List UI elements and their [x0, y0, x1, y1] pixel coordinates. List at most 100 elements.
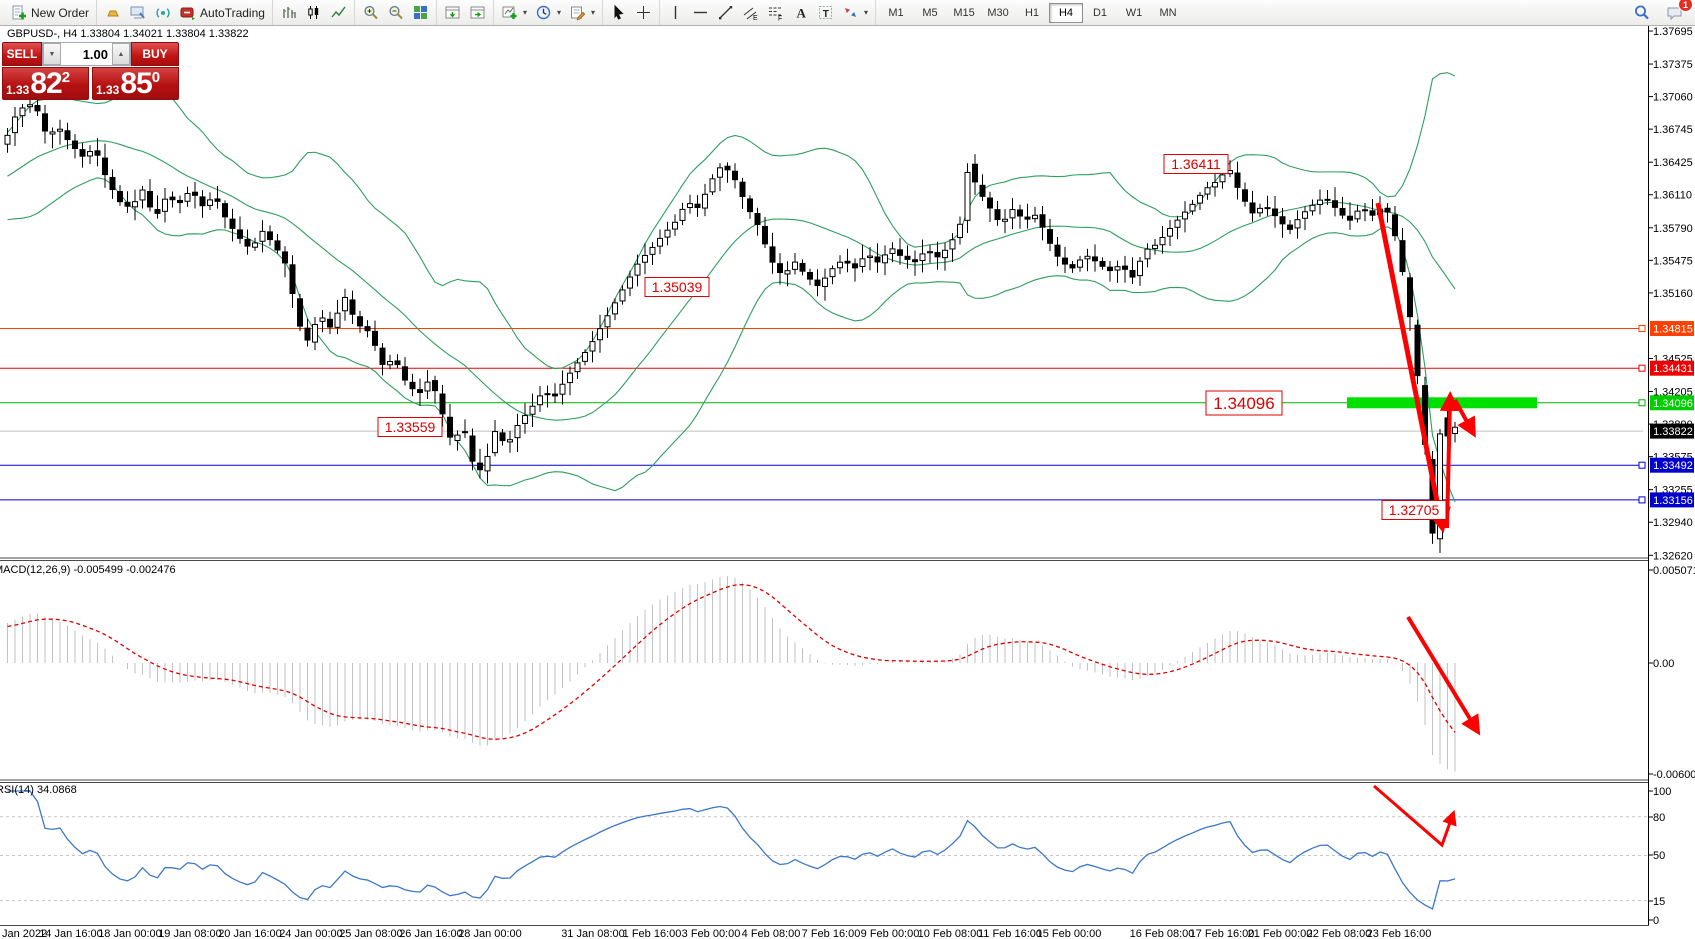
publisher-icon [129, 4, 146, 21]
bar-chart-icon [280, 4, 297, 21]
svg-text:16 Feb 08:00: 16 Feb 08:00 [1130, 928, 1195, 939]
ask-price-big: 85 [120, 70, 151, 98]
drawing-group: EFAT ▾ [659, 0, 875, 25]
dropdown-arrow-icon[interactable]: ▾ [557, 8, 561, 17]
axis-level-label: 1.34815 [1650, 321, 1694, 336]
chart-canvas[interactable]: 1.364111.350391.340961.335591.327051.376… [0, 0, 1695, 939]
volume-stepper: ▼ ▲ [42, 42, 131, 66]
crosshair-button[interactable] [631, 1, 656, 24]
notifications-button[interactable]: 1 [1662, 1, 1687, 24]
indicator-window-button[interactable] [440, 1, 465, 24]
bar-chart-button[interactable] [276, 1, 301, 24]
svg-text:50: 50 [1653, 850, 1665, 862]
svg-text:0.005071: 0.005071 [1653, 565, 1695, 577]
ask-price-prefix: 1.33 [96, 82, 119, 98]
bid-price-sup: 2 [62, 70, 70, 85]
dropdown-arrow-icon[interactable]: ▾ [591, 8, 595, 17]
chart-quote-line: GBPUSD-, H4 1.33804 1.34021 1.33804 1.33… [7, 28, 249, 40]
navigator-window-button[interactable] [465, 1, 490, 24]
svg-text:1.36425: 1.36425 [1653, 157, 1693, 169]
publisher-button[interactable] [125, 1, 150, 24]
timeframe-H4-button[interactable]: H4 [1049, 3, 1083, 23]
timeframe-D1-button[interactable]: D1 [1083, 3, 1117, 23]
macd-label: MACD(12,26,9) -0.005499 -0.002476 [0, 564, 176, 576]
svg-text:1.32940: 1.32940 [1653, 517, 1693, 529]
svg-text:80: 80 [1653, 812, 1665, 824]
price-callout-label: 1.32705 [1382, 501, 1446, 520]
new-chart-button[interactable]: ▾ [497, 1, 531, 24]
zoom-out-button[interactable] [383, 1, 408, 24]
svg-text:1.33822: 1.33822 [1653, 426, 1693, 438]
timeframe-W1-button[interactable]: W1 [1117, 3, 1151, 23]
signals-button[interactable] [150, 1, 175, 24]
volume-increase-button[interactable]: ▲ [112, 43, 130, 65]
equidistant-channel-icon: E [742, 4, 759, 21]
candlestick-chart-icon [305, 4, 322, 21]
autotrading-icon [179, 4, 196, 21]
svg-text:18 Jan 00:00: 18 Jan 00:00 [98, 928, 162, 939]
fibonacci-button[interactable]: F [763, 1, 788, 24]
tile-windows-button[interactable] [408, 1, 433, 24]
navigator-window-icon [469, 4, 486, 21]
dropdown-arrow-icon[interactable]: ▾ [864, 8, 868, 17]
toolbar-right: 1 [1629, 1, 1695, 24]
svg-text:A: A [797, 6, 807, 21]
ask-price-display[interactable]: 1.33 85 0 [92, 67, 179, 100]
toolbar: New Order AutoTrading ▾ ▾ ▾ EFAT ▾ M1M5M15M30H1… [0, 0, 1695, 26]
services-group: AutoTrading [96, 0, 272, 25]
timeframe-M15-button[interactable]: M15 [947, 3, 981, 23]
timeframe-MN-button[interactable]: MN [1151, 3, 1185, 23]
zoom-in-button[interactable] [358, 1, 383, 24]
ask-price-sup: 0 [152, 70, 160, 85]
autotrading-label: AutoTrading [200, 6, 265, 20]
new-objects-group: ▾ ▾ ▾ [493, 0, 602, 25]
text-button[interactable]: A [788, 1, 813, 24]
market-icon [104, 4, 121, 21]
trendline-button[interactable] [713, 1, 738, 24]
period-button[interactable]: ▾ [531, 1, 565, 24]
timeframe-group: M1M5M15M30H1H4D1W1MN [875, 0, 1188, 25]
svg-text:1.32705: 1.32705 [1389, 502, 1440, 518]
svg-text:1.36411: 1.36411 [1171, 156, 1221, 172]
rsi-label: RSI(14) 34.0868 [0, 784, 77, 796]
timeframe-M30-button[interactable]: M30 [981, 3, 1015, 23]
bid-price-display[interactable]: 1.33 82 2 [2, 67, 89, 100]
svg-text:22 Feb 08:00: 22 Feb 08:00 [1307, 928, 1372, 939]
svg-text:1.32620: 1.32620 [1653, 550, 1693, 562]
time-axis[interactable]: Jan 202214 Jan 16:0018 Jan 00:0019 Jan 0… [2, 928, 1431, 939]
cursor-button[interactable] [606, 1, 631, 24]
timeframe-M1-button[interactable]: M1 [879, 3, 913, 23]
volume-input[interactable] [61, 43, 112, 65]
text-label-button[interactable]: T [813, 1, 838, 24]
axis-level-label: 1.33492 [1650, 458, 1694, 473]
search-button[interactable] [1629, 1, 1654, 24]
timeframe-M5-button[interactable]: M5 [913, 3, 947, 23]
price-axis[interactable]: 1.376951.373751.370601.367451.364251.361… [1649, 25, 1695, 927]
horizontal-line-button[interactable] [688, 1, 713, 24]
price-callout-label: 1.36411 [1164, 155, 1228, 174]
sell-button[interactable]: SELL [2, 42, 42, 66]
bid-price-big: 82 [30, 70, 61, 98]
candlestick-chart-button[interactable] [301, 1, 326, 24]
axis-level-label: 1.34096 [1650, 395, 1694, 410]
svg-text:10 Feb 08:00: 10 Feb 08:00 [918, 928, 983, 939]
market-button[interactable] [100, 1, 125, 24]
autotrading-button[interactable]: AutoTrading [175, 1, 269, 24]
trendline-icon [717, 4, 734, 21]
indicator-window-icon [444, 4, 461, 21]
notification-badge: 1 [1678, 0, 1693, 12]
line-chart-button[interactable] [326, 1, 351, 24]
vertical-line-button[interactable] [663, 1, 688, 24]
svg-text:1.34815: 1.34815 [1653, 324, 1693, 336]
price-callout-label: 1.35039 [645, 278, 709, 297]
buy-button[interactable]: BUY [131, 42, 179, 66]
crosshair-icon [635, 4, 652, 21]
equidistant-channel-button[interactable]: E [738, 1, 763, 24]
templates-button[interactable]: ▾ [565, 1, 599, 24]
new-order-button[interactable]: New Order [6, 1, 93, 24]
arrows-button[interactable]: ▾ [838, 1, 872, 24]
dropdown-arrow-icon[interactable]: ▾ [523, 8, 527, 17]
tile-windows-icon [412, 4, 429, 21]
timeframe-H1-button[interactable]: H1 [1015, 3, 1049, 23]
volume-decrease-button[interactable]: ▼ [43, 43, 61, 65]
